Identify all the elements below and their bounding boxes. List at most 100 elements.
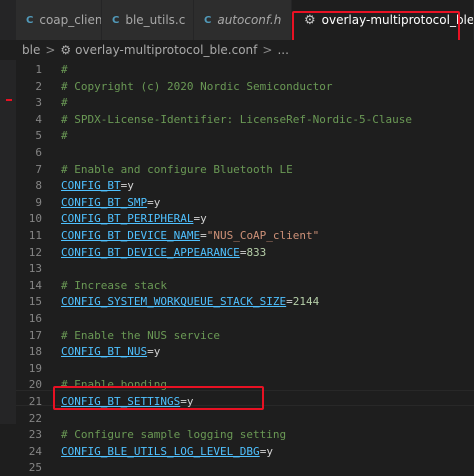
line-number: 16 [28,312,42,325]
code-line[interactable]: 16 [16,311,474,327]
comment-text: # Copyright (c) 2020 Nordic Semiconducto… [61,79,333,93]
line-number: 10 [28,212,42,226]
config-key: CONFIG_BT_SMP [61,195,148,209]
tab-ble-utils[interactable]: C ble_utils.c [102,0,194,40]
config-assign: = [147,195,154,209]
line-number: 13 [28,262,42,276]
tab-overlay-multiprotocol-ble[interactable]: ⚙ overlay-multiprotocol_ble.conf [292,0,474,40]
line-number: 22 [28,411,42,425]
comment-text: # [61,63,68,76]
code-line[interactable]: 22 [16,411,474,427]
config-value: 833 [246,245,267,259]
config-assign: = [259,444,267,458]
config-value: y [153,345,161,359]
line-number: 18 [28,345,42,359]
config-key: CONFIG_BT_PERIPHERAL [61,212,194,226]
tab-autoconf[interactable]: C autoconf.h [194,0,292,40]
code-line[interactable]: 4 # SPDX-License-Identifier: LicenseRef-N… [16,112,474,128]
c-file-icon: C [26,14,34,26]
code-text: CONFIG_BT_DEVICE_APPEARANCE=833 [61,245,266,261]
comment-text: # Enable bonding [61,378,167,392]
line-number: 11 [28,229,42,242]
line-number: 4 [35,112,42,126]
code-line[interactable]: 3 # [16,95,474,111]
comment-text: # Enable and configure Bluetooth LE [61,162,293,176]
code-line[interactable]: 10 CONFIG_BT_PERIPHERAL=y [16,211,474,227]
config-value: "NUS_CoAP_client" [206,229,320,242]
code-line[interactable]: 2 # Copyright (c) 2020 Nordic Semiconduct… [16,79,474,95]
config-key: CONFIG_BT_NUS [61,345,148,359]
line-number: 24 [28,444,42,458]
breadcrumb-more[interactable]: ... [277,43,288,57]
code-text: CONFIG_BT_SETTINGS=y [61,394,193,410]
code-line[interactable]: 7 # Enable and configure Bluetooth LE [16,162,474,178]
line-number: 12 [28,245,42,259]
code-line[interactable]: 15 CONFIG_SYSTEM_WORKQUEUE_STACK_SIZE=214… [16,294,474,310]
config-value: y [200,212,207,226]
breadcrumb: ble > ⚙ overlay-multiprotocol_ble.conf >… [0,40,474,60]
code-line[interactable]: 12 CONFIG_BT_DEVICE_APPEARANCE=833 [16,245,474,261]
config-value: y [153,195,161,209]
code-line[interactable]: 25 [16,460,474,476]
code-line[interactable]: 24 CONFIG_BLE_UTILS_LOG_LEVEL_DBG=y [16,444,474,460]
gear-icon: ⚙ [60,43,72,57]
line-number: 19 [28,361,42,375]
line-number: 9 [35,195,42,209]
code-line[interactable]: 23 # Configure sample logging setting [16,427,474,443]
code-line[interactable]: 8 CONFIG_BT=y [16,178,474,194]
code-line[interactable]: 6 [16,145,474,161]
code-text: CONFIG_BT_NUS=y [61,344,160,360]
comment-text: # Enable the NUS service [61,328,220,342]
config-value: y [186,395,194,408]
code-text: # [61,62,68,78]
code-editor[interactable]: 1 #2 # Copyright (c) 2020 Nordic Semicondu… [16,60,474,474]
code-line[interactable]: 21 CONFIG_BT_SETTINGS=y [16,394,474,410]
comment-text: # [61,129,68,143]
code-text: CONFIG_BT_SMP=y [61,195,160,211]
code-line[interactable]: 19 [16,361,474,377]
line-number: 14 [28,278,42,292]
comment-text: # [61,96,68,110]
tab-label: coap_client.c [39,13,102,27]
c-file-icon: C [112,14,120,26]
code-line[interactable]: 11 CONFIG_BT_DEVICE_NAME="NUS_CoAP_client… [16,228,474,244]
code-line[interactable]: 18 CONFIG_BT_NUS=y [16,344,474,360]
breadcrumb-file[interactable]: overlay-multiprotocol_ble.conf [75,43,257,57]
code-text: # SPDX-License-Identifier: LicenseRef-No… [61,112,412,128]
breadcrumb-separator: > [262,43,273,57]
code-text: # Configure sample logging setting [61,427,286,443]
code-line[interactable]: 9 CONFIG_BT_SMP=y [16,195,474,211]
tab-label: overlay-multiprotocol_ble.conf [321,13,474,27]
code-text: # Enable the NUS service [61,328,220,344]
code-text: # Enable bonding [61,377,167,393]
c-file-icon: C [204,14,212,26]
config-key: CONFIG_BT_SETTINGS [61,395,181,408]
line-number: 8 [35,179,42,193]
code-text: CONFIG_BT_DEVICE_NAME="NUS_CoAP_client" [61,228,319,244]
code-line[interactable]: 5 # [16,128,474,144]
code-text: CONFIG_BLE_UTILS_LOG_LEVEL_DBG=y [61,444,273,460]
code-line[interactable]: 13 [16,261,474,277]
code-line[interactable]: 17 # Enable the NUS service [16,328,474,344]
line-number: 1 [35,63,42,76]
code-text: CONFIG_SYSTEM_WORKQUEUE_STACK_SIZE=2144 [61,294,319,310]
code-text: # [61,95,68,111]
tab-coap-client[interactable]: C coap_client.c [16,0,102,40]
tab-bar: C coap_client.c C ble_utils.c C autoconf… [0,0,474,41]
breadcrumb-folder[interactable]: ble [22,43,40,57]
line-number: 25 [28,461,42,475]
error-marker [6,99,12,101]
line-number: 15 [28,295,42,309]
code-text: # Increase stack [61,278,167,294]
code-line[interactable]: 14 # Increase stack [16,278,474,294]
comment-text: # SPDX-License-Identifier: LicenseRef-No… [61,112,412,126]
code-line[interactable]: 20 # Enable bonding [16,377,474,393]
line-number: 20 [28,378,42,392]
line-number: 6 [35,146,42,159]
config-key: CONFIG_BLE_UTILS_LOG_LEVEL_DBG [61,444,260,458]
line-number: 23 [28,428,42,442]
config-key: CONFIG_BT [61,179,121,193]
comment-text: # Increase stack [61,278,167,292]
code-line[interactable]: 1 # [16,62,474,78]
config-value: y [266,444,273,458]
